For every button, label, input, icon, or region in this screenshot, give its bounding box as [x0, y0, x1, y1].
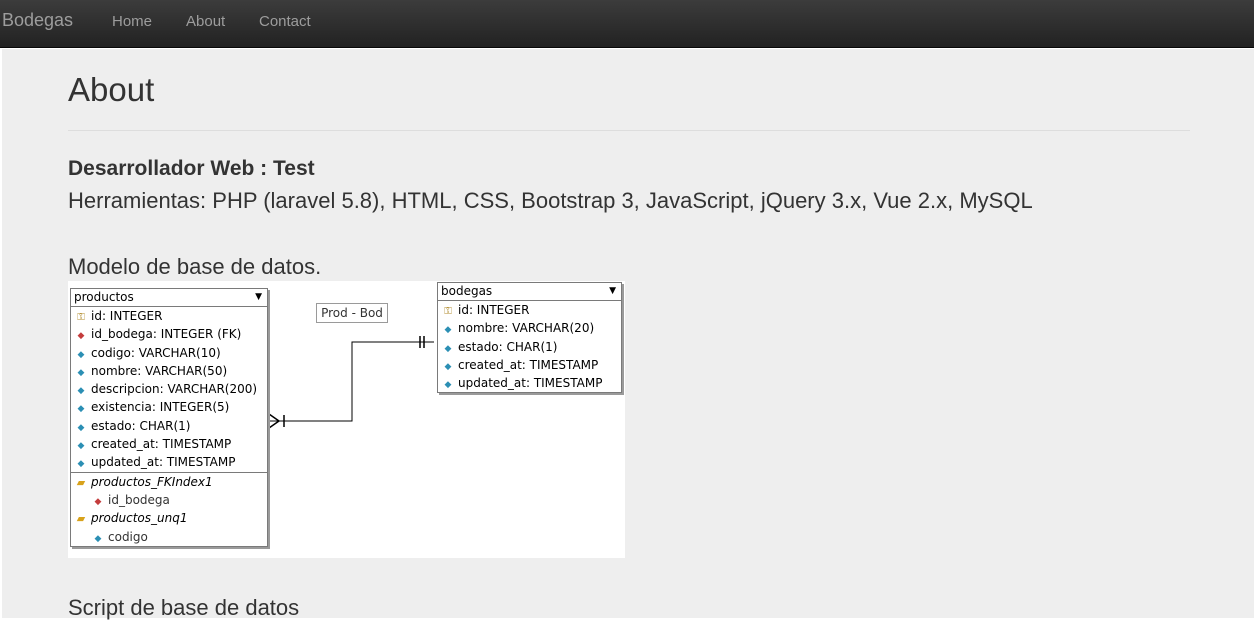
- column-row: ◆ nombre: VARCHAR(20): [438, 319, 621, 337]
- index-section: ▰ productos_FKIndex1 ◆ id_bodega ▰ producto…: [71, 471, 267, 546]
- column-icon: ◆: [77, 404, 85, 415]
- tools-line: Herramientas: PHP (laravel 5.8), HTML, C…: [68, 188, 1033, 213]
- index-column-row: ◆ codigo: [71, 528, 267, 546]
- index-row: ▰ productos_unq1: [71, 509, 267, 527]
- column-label: id: INTEGER: [458, 303, 530, 317]
- key-icon: ⚿: [444, 306, 452, 317]
- column-label: created_at: TIMESTAMP: [458, 357, 599, 372]
- column-label: id_bodega: INTEGER (FK): [91, 327, 242, 342]
- column-row: ◆ estado: CHAR(1): [438, 338, 621, 356]
- bodegas-table-name: bodegas: [441, 284, 493, 298]
- key-icon: ⚿: [77, 312, 85, 323]
- index-label: productos_unq1: [91, 511, 188, 526]
- column-label: estado: CHAR(1): [458, 339, 558, 354]
- column-row: ◆ updated_at: TIMESTAMP: [71, 453, 267, 471]
- index-column-row: ◆ id_bodega: [71, 491, 267, 509]
- column-row: ◆ descripcion: VARCHAR(200): [71, 380, 267, 398]
- column-icon: ◆: [77, 422, 85, 433]
- bodegas-header: bodegas ▼: [438, 283, 621, 301]
- column-row: ◆ created_at: TIMESTAMP: [438, 356, 621, 374]
- relation-label: Prod - Bod: [316, 303, 388, 323]
- column-label: updated_at: TIMESTAMP: [91, 455, 236, 470]
- productos-table: productos ▼ ⚿ id: INTEGER ◆ id_bodega: INT…: [70, 288, 268, 547]
- column-icon: ◆: [444, 361, 452, 372]
- foreign-key-icon: ◆: [94, 496, 102, 507]
- column-label: id: INTEGER: [91, 309, 163, 323]
- column-icon: ◆: [77, 367, 85, 378]
- column-label: nombre: VARCHAR(50): [91, 363, 228, 378]
- column-label: created_at: TIMESTAMP: [91, 437, 232, 452]
- index-column-label: codigo: [108, 529, 148, 544]
- column-row: ◆ id_bodega: INTEGER (FK): [71, 325, 267, 343]
- column-row: ⚿ id: INTEGER: [438, 301, 621, 319]
- brand-link[interactable]: Bodegas: [2, 10, 73, 31]
- relation-line: [268, 341, 434, 422]
- column-row: ◆ codigo: VARCHAR(10): [71, 344, 267, 362]
- index-folder-icon: ▰: [76, 475, 86, 489]
- column-icon: ◆: [94, 533, 102, 544]
- nav-link-home[interactable]: Home: [112, 13, 152, 30]
- bodegas-table: bodegas ▼ ⚿ id: INTEGER ◆ nombre: VARCHAR(…: [437, 282, 622, 394]
- column-icon: ◆: [444, 380, 452, 391]
- column-label: nombre: VARCHAR(20): [458, 321, 595, 336]
- dropdown-arrow-icon[interactable]: ▼: [609, 283, 616, 300]
- column-icon: ◆: [77, 386, 85, 397]
- developer-line: Desarrollador Web : Test: [68, 157, 315, 180]
- page-title: About: [68, 71, 155, 108]
- productos-header: productos ▼: [71, 289, 267, 307]
- column-icon: ◆: [444, 325, 452, 336]
- index-column-label: id_bodega: [108, 492, 170, 507]
- database-model-diagram: Prod - Bod productos ▼ ⚿ id: INTEGER ◆ id_…: [68, 281, 625, 558]
- index-label: productos_FKIndex1: [91, 474, 213, 489]
- column-row: ◆ created_at: TIMESTAMP: [71, 435, 267, 453]
- dropdown-arrow-icon[interactable]: ▼: [255, 289, 262, 306]
- column-row: ⚿ id: INTEGER: [71, 307, 267, 325]
- column-label: updated_at: TIMESTAMP: [458, 376, 603, 391]
- column-icon: ◆: [444, 343, 452, 354]
- top-navbar: Bodegas Home About Contact: [0, 0, 1254, 48]
- index-folder-icon: ▰: [76, 512, 86, 526]
- header-divider: [68, 130, 1190, 131]
- script-heading: Script de base de datos: [68, 595, 300, 620]
- index-row: ▰ productos_FKIndex1: [71, 473, 267, 491]
- column-row: ◆ existencia: INTEGER(5): [71, 398, 267, 416]
- nav-link-contact[interactable]: Contact: [259, 13, 311, 30]
- column-label: descripcion: VARCHAR(200): [91, 382, 258, 397]
- column-label: codigo: VARCHAR(10): [91, 345, 221, 360]
- column-label: estado: CHAR(1): [91, 418, 191, 433]
- productos-table-name: productos: [74, 290, 134, 304]
- column-icon: ◆: [77, 349, 85, 360]
- column-label: existencia: INTEGER(5): [91, 400, 230, 415]
- page-content: About Desarrollador Web : Test Herramien…: [2, 49, 1254, 620]
- column-row: ◆ estado: CHAR(1): [71, 417, 267, 435]
- column-icon: ◆: [77, 459, 85, 470]
- model-heading: Modelo de base de datos.: [68, 254, 322, 279]
- foreign-key-icon: ◆: [77, 331, 85, 342]
- column-row: ◆ updated_at: TIMESTAMP: [438, 374, 621, 392]
- nav-link-about[interactable]: About: [186, 13, 225, 30]
- column-icon: ◆: [77, 441, 85, 452]
- column-row: ◆ nombre: VARCHAR(50): [71, 362, 267, 380]
